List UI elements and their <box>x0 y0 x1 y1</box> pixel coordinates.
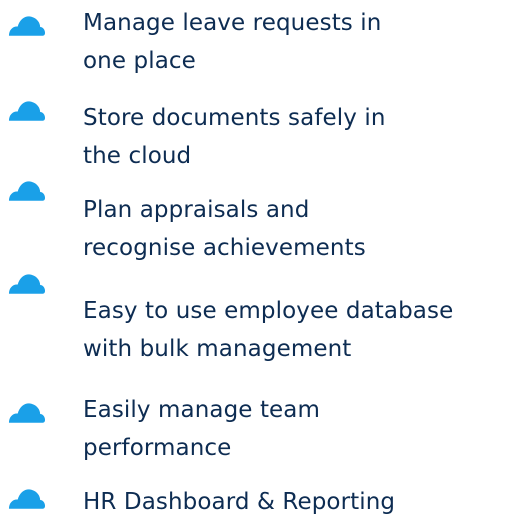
cloud-icon <box>7 487 46 511</box>
feature-text-line: Store documents safely in <box>83 105 386 131</box>
cloud-icon <box>7 14 46 38</box>
feature-text-line: Manage leave requests in <box>83 10 382 36</box>
feature-text-line: HR Dashboard & Reporting <box>83 489 396 515</box>
feature-text-line: one place <box>83 48 196 74</box>
cloud-icon <box>7 272 46 296</box>
feature-text: Manage leave requests in one place <box>83 4 513 80</box>
cloud-icon <box>7 401 46 425</box>
feature-text: HR Dashboard & Reporting <box>83 483 513 521</box>
feature-text: Plan appraisals and recognise achievemen… <box>83 191 513 267</box>
feature-text-line: Easy to use employee database <box>83 298 454 324</box>
feature-list: Manage leave requests in one place Store… <box>0 0 516 525</box>
cloud-icon <box>7 99 46 123</box>
feature-text: Store documents safely in the cloud <box>83 99 513 175</box>
feature-text-line: Easily manage team <box>83 397 321 423</box>
feature-text-line: Plan appraisals and <box>83 197 310 223</box>
feature-text: Easy to use employee database with bulk … <box>83 292 513 368</box>
feature-text-line: recognise achievements <box>83 235 366 261</box>
feature-text-line: performance <box>83 435 232 461</box>
feature-text-line: the cloud <box>83 143 192 169</box>
cloud-icon <box>7 179 46 203</box>
feature-text: Easily manage team performance <box>83 391 513 467</box>
feature-text-line: with bulk management <box>83 336 352 362</box>
